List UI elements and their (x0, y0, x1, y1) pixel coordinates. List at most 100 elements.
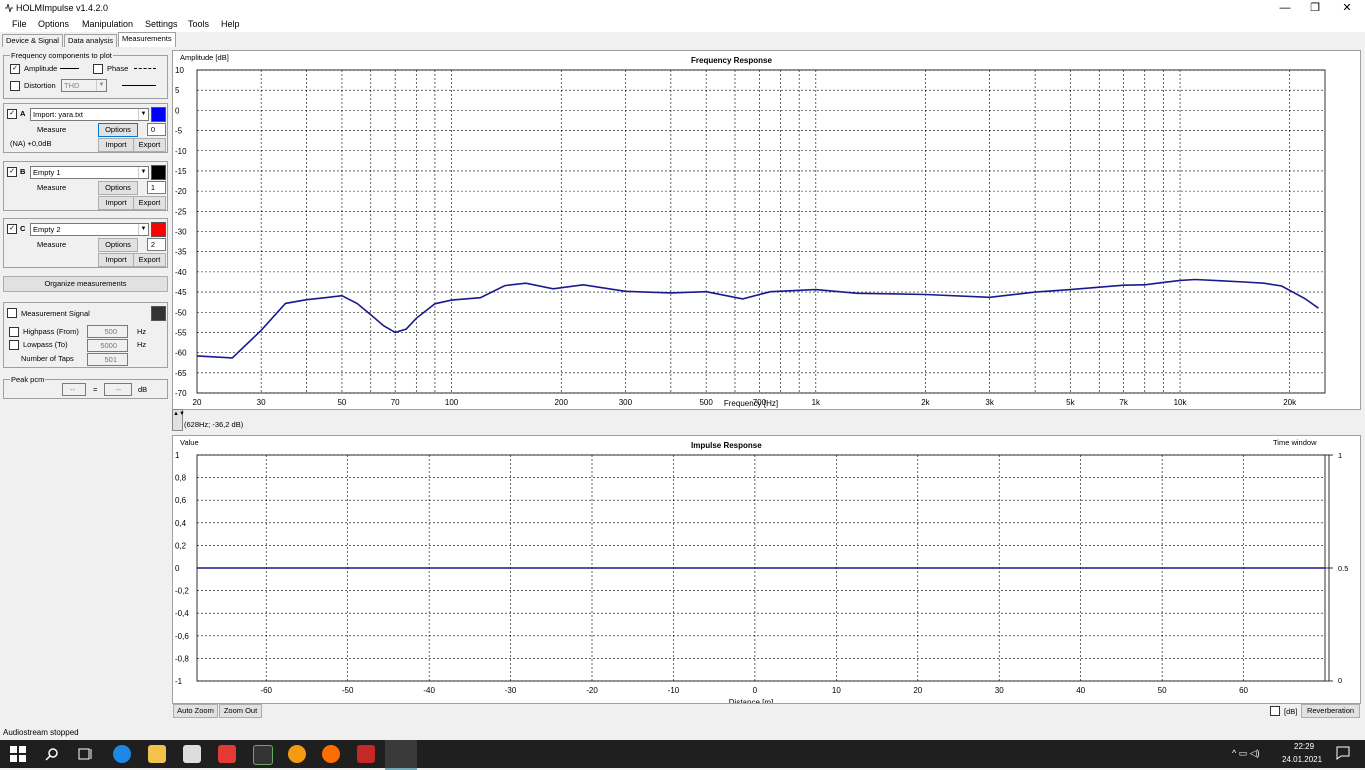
auto-zoom-button[interactable]: Auto Zoom (173, 704, 218, 718)
freq-xtick-label: 3k (985, 398, 994, 407)
channel-c-number[interactable]: 2 (147, 238, 166, 251)
freq-ytick-label: -60 (175, 349, 187, 358)
clock-date[interactable]: 24.01.2021 (1282, 755, 1322, 764)
impulse-response-chart[interactable]: Value Impulse Response Time window 1 0,8 0… (172, 435, 1361, 704)
phase-checkbox[interactable] (93, 64, 103, 74)
freq-plot: 1050-5-10-15-20-25-30-35-40-45-50-55-60-… (175, 66, 1326, 408)
distortion-select[interactable]: THD ▼ (61, 79, 107, 92)
vlc-icon[interactable] (288, 745, 306, 763)
channel-a-group: ✓ A Import: yara.txt ▼ Measure Options 0 … (3, 103, 168, 153)
app-terminal-icon[interactable] (253, 745, 273, 765)
channel-c-select[interactable]: Empty 2 ▼ (30, 223, 149, 236)
reverberation-button[interactable]: Reverberation (1301, 704, 1360, 718)
peak-value-1: -- (62, 383, 86, 396)
freq-ytick-label: -40 (175, 268, 187, 277)
channel-b-number[interactable]: 1 (147, 181, 166, 194)
phase-line-sample (134, 68, 156, 69)
scroll-arrows-icon[interactable]: ▲▼ (172, 409, 185, 431)
channel-a-color[interactable] (151, 107, 166, 122)
windows-start-icon[interactable] (10, 746, 26, 762)
edge-icon[interactable] (113, 745, 131, 763)
store-icon[interactable] (183, 745, 201, 763)
firefox-icon[interactable] (322, 745, 340, 763)
clock-time[interactable]: 22:29 (1294, 742, 1314, 751)
channel-b-letter: B (20, 167, 26, 176)
search-icon[interactable] (45, 747, 59, 761)
chevron-down-icon: ▼ (138, 224, 148, 235)
system-tray-icons[interactable]: ^ ▭ ◁) (1232, 748, 1260, 759)
task-view-icon[interactable] (78, 747, 94, 761)
amplitude-checkbox[interactable]: ✓ (10, 64, 20, 74)
channel-a-select[interactable]: Import: yara.txt ▼ (30, 108, 149, 121)
holmimpulse-task-icon[interactable] (385, 740, 417, 770)
freq-xtick-label: 70 (391, 398, 400, 407)
freq-xtick-label: 1k (812, 398, 821, 407)
peak-group: Peak pcm -- = -- dB (3, 375, 168, 399)
menu-file[interactable]: File (12, 19, 27, 29)
app-red-icon[interactable] (218, 745, 236, 763)
app-icon (5, 3, 13, 13)
freq-xtick-label: 7k (1119, 398, 1128, 407)
signal-color[interactable] (151, 306, 166, 321)
freq-ytick-label: -15 (175, 167, 187, 176)
maximize-button[interactable]: ❐ (1300, 0, 1330, 17)
taps-input[interactable]: 501 (87, 353, 128, 366)
menu-bar: File Options Manipulation Settings Tools… (0, 17, 1365, 32)
channel-b-measure[interactable]: Measure (37, 183, 66, 192)
highpass-input[interactable]: 500 (87, 325, 128, 338)
channel-b-color[interactable] (151, 165, 166, 180)
lowpass-input[interactable]: 5000 (87, 339, 128, 352)
channel-b-export-button[interactable]: Export (133, 196, 166, 210)
minimize-button[interactable]: — (1270, 0, 1300, 17)
freq-ytick-label: -30 (175, 228, 187, 237)
channel-c-color[interactable] (151, 222, 166, 237)
distortion-label: Distortion (24, 81, 56, 90)
measurement-signal-checkbox[interactable] (7, 308, 17, 318)
imp-ytick-label: -0,6 (175, 632, 189, 641)
channel-a-options-button[interactable]: Options (98, 123, 138, 137)
tab-measurements[interactable]: Measurements (118, 32, 176, 47)
menu-help[interactable]: Help (221, 19, 240, 29)
channel-a-import-button[interactable]: Import (98, 138, 134, 152)
file-explorer-icon[interactable] (148, 745, 166, 763)
highpass-checkbox[interactable] (9, 327, 19, 337)
channel-b-select[interactable]: Empty 1 ▼ (30, 166, 149, 179)
organize-measurements-button[interactable]: Organize measurements (3, 276, 168, 292)
freq-xtick-label: 20k (1283, 398, 1297, 407)
menu-settings[interactable]: Settings (145, 19, 178, 29)
notification-icon[interactable] (1336, 746, 1350, 760)
imp-xtick-label: 40 (1076, 686, 1085, 695)
channel-b-import-button[interactable]: Import (98, 196, 134, 210)
app-pdf-icon[interactable] (357, 745, 375, 763)
tab-data-analysis[interactable]: Data analysis (64, 34, 118, 47)
channel-a-export-button[interactable]: Export (133, 138, 166, 152)
imp-ytick-label: 1 (175, 451, 180, 460)
taskbar (0, 740, 1365, 768)
zoom-out-button[interactable]: Zoom Out (219, 704, 262, 718)
peak-legend: Peak pcm (10, 375, 46, 384)
channel-b-options-button[interactable]: Options (98, 181, 138, 195)
channel-b-checkbox[interactable]: ✓ (7, 167, 17, 177)
channel-a-info: (NA) +0,0dB (10, 139, 52, 148)
db-checkbox[interactable] (1270, 706, 1280, 716)
channel-a-measure[interactable]: Measure (37, 125, 66, 134)
lowpass-checkbox[interactable] (9, 340, 19, 350)
channel-c-options-button[interactable]: Options (98, 238, 138, 252)
menu-tools[interactable]: Tools (188, 19, 209, 29)
channel-c-import-button[interactable]: Import (98, 253, 134, 267)
time-window-mid: 0.5 (1338, 564, 1349, 573)
menu-manipulation[interactable]: Manipulation (82, 19, 133, 29)
channel-c-export-button[interactable]: Export (133, 253, 166, 267)
close-button[interactable]: ✕ (1332, 0, 1362, 17)
menu-options[interactable]: Options (38, 19, 69, 29)
frequency-response-chart[interactable]: Amplitude [dB] Frequency Response 10 5 0 -5… (172, 50, 1361, 410)
freq-ytick-label: -20 (175, 187, 187, 196)
channel-a-checkbox[interactable]: ✓ (7, 109, 17, 119)
window-title: HOLMImpulse v1.4.2.0 (16, 3, 109, 13)
channel-c-checkbox[interactable]: ✓ (7, 224, 17, 234)
channel-a-number[interactable]: 0 (147, 123, 166, 136)
tab-device-signal[interactable]: Device & Signal (2, 34, 63, 47)
channel-c-measure[interactable]: Measure (37, 240, 66, 249)
amplitude-label: Amplitude (24, 64, 58, 73)
distortion-checkbox[interactable] (10, 81, 20, 91)
